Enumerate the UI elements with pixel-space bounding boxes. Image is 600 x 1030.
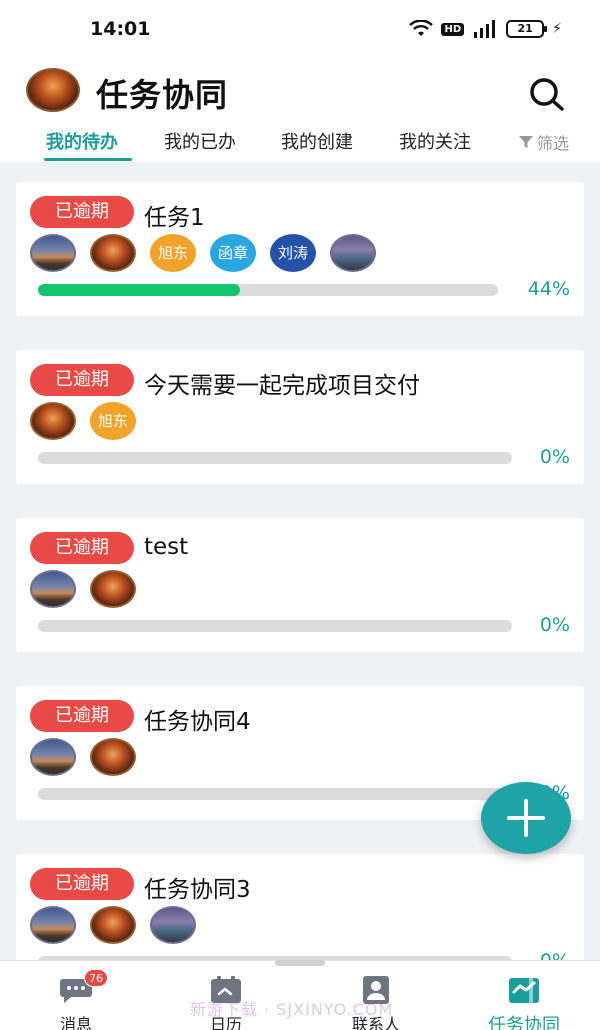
progress-bar bbox=[38, 620, 512, 632]
overdue-status-badge: 已逾期 bbox=[30, 700, 134, 732]
hd-badge: HD bbox=[441, 22, 465, 36]
charging-icon: ⚡ bbox=[552, 21, 562, 37]
plus-icon bbox=[507, 799, 545, 837]
tab-my-followed[interactable]: 我的关注 bbox=[399, 128, 471, 154]
assignee-avatar-text: 旭东 bbox=[150, 234, 196, 272]
task-title: 任务协同4 bbox=[144, 709, 251, 735]
progress-bar bbox=[38, 284, 498, 296]
header: 任务协同 我的待办 我的已办 我的创建 我的关注 筛选 bbox=[0, 58, 600, 162]
task-card[interactable]: 已逾期 任务1 旭东 函章 刘涛 44% bbox=[16, 182, 584, 316]
status-time: 14:01 bbox=[90, 18, 151, 40]
assignee-list bbox=[30, 738, 136, 776]
assignee-list bbox=[30, 570, 136, 608]
assignee-avatar-photo bbox=[150, 906, 196, 944]
assignee-avatar-text: 函章 bbox=[210, 234, 256, 272]
assignee-avatar-photo bbox=[30, 402, 76, 440]
task-title: 任务协同3 bbox=[144, 877, 251, 903]
watermark: 新游下载 · SJXINYO.COM bbox=[190, 1000, 394, 1019]
assignee-avatar-photo bbox=[30, 738, 76, 776]
assignee-avatar-photo bbox=[90, 570, 136, 608]
filter-button[interactable]: 筛选 bbox=[518, 130, 569, 154]
progress-fill bbox=[38, 284, 241, 296]
assignee-avatar-photo bbox=[90, 234, 136, 272]
assignee-list: 旭东 函章 刘涛 bbox=[30, 234, 376, 272]
progress-bar bbox=[38, 788, 512, 800]
task-title: 任务1 bbox=[144, 205, 205, 231]
wifi-icon bbox=[409, 20, 434, 36]
progress-percent: 44% bbox=[527, 278, 570, 300]
assignee-avatar-photo bbox=[30, 906, 76, 944]
nav-item-messages[interactable]: 76 消息 bbox=[26, 969, 126, 1030]
active-tab-indicator bbox=[44, 158, 132, 161]
tab-my-todo[interactable]: 我的待办 bbox=[46, 128, 118, 154]
task-title: 今天需要一起完成项目交付 bbox=[144, 373, 420, 399]
assignee-avatar-text: 刘涛 bbox=[270, 234, 316, 272]
filter-icon bbox=[519, 136, 533, 148]
add-task-button[interactable] bbox=[481, 782, 571, 854]
filter-label: 筛选 bbox=[537, 134, 570, 153]
assignee-avatar-photo bbox=[90, 738, 136, 776]
unread-badge: 76 bbox=[84, 969, 108, 987]
assignee-avatar-photo bbox=[90, 906, 136, 944]
tab-bar: 我的待办 我的已办 我的创建 我的关注 筛选 bbox=[0, 120, 600, 162]
overdue-status-badge: 已逾期 bbox=[30, 532, 134, 564]
battery-icon: 21 bbox=[506, 20, 548, 38]
overdue-status-badge: 已逾期 bbox=[30, 196, 134, 228]
task-card[interactable]: 已逾期 test 0% bbox=[16, 518, 584, 652]
progress-bar bbox=[38, 452, 512, 464]
nav-label-messages: 消息 bbox=[59, 1015, 92, 1030]
search-button[interactable] bbox=[526, 74, 566, 114]
assignee-avatar-photo bbox=[330, 234, 376, 272]
user-avatar[interactable] bbox=[26, 68, 80, 112]
assignee-list bbox=[30, 906, 196, 944]
progress-percent: 0% bbox=[539, 614, 570, 636]
task-card[interactable]: 已逾期 今天需要一起完成项目交付 旭东 0% bbox=[16, 350, 584, 484]
nav-label-task-collab: 任务协同 bbox=[488, 1015, 560, 1030]
page-title: 任务协同 bbox=[96, 76, 229, 114]
search-icon bbox=[530, 78, 564, 111]
overdue-status-badge: 已逾期 bbox=[30, 364, 134, 396]
overdue-status-badge: 已逾期 bbox=[30, 868, 134, 900]
assignee-avatar-photo bbox=[30, 234, 76, 272]
tab-my-done[interactable]: 我的已办 bbox=[164, 128, 236, 154]
task-title: test bbox=[144, 534, 189, 560]
nav-item-task-collab[interactable]: 任务协同 bbox=[474, 975, 574, 1030]
assignee-avatar-photo bbox=[30, 570, 76, 608]
status-bar: 14:01 HD 21 ⚡ bbox=[0, 0, 600, 58]
task-collab-icon bbox=[509, 978, 539, 1003]
assignee-list: 旭东 bbox=[30, 402, 136, 440]
home-indicator bbox=[275, 960, 325, 966]
assignee-avatar-text: 旭东 bbox=[90, 402, 136, 440]
tab-my-created[interactable]: 我的创建 bbox=[281, 128, 353, 154]
signal-icon bbox=[474, 20, 496, 38]
progress-percent: 0% bbox=[539, 446, 570, 468]
status-icons: HD 21 ⚡ bbox=[409, 20, 562, 38]
